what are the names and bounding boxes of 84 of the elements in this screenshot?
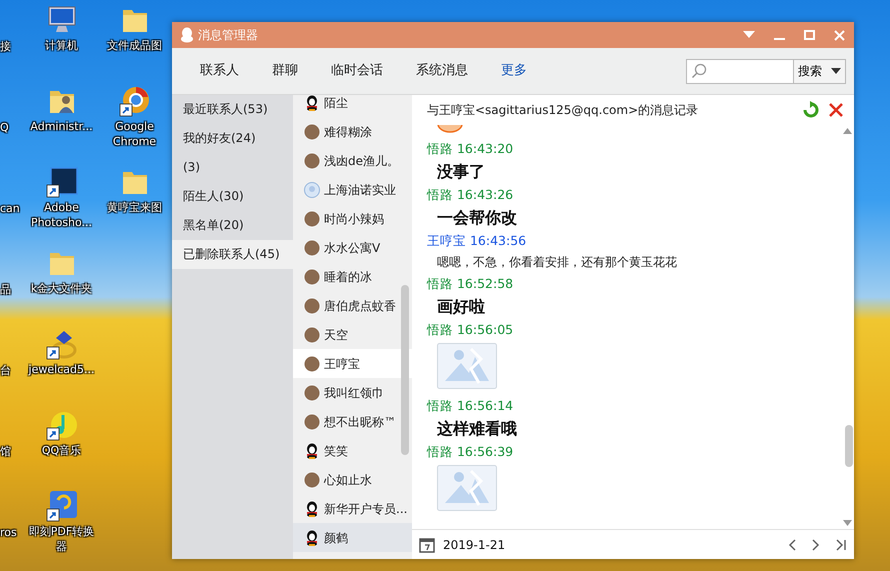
avatar-icon [304, 182, 320, 198]
previous-icon[interactable] [788, 538, 796, 550]
calendar-icon[interactable] [419, 536, 435, 552]
message-text: 这样难看哦 [436, 418, 518, 440]
next-icon[interactable] [812, 538, 820, 550]
message-text: 嗯嗯，不急，你看着安排，还有那个黄玉花花 [436, 254, 678, 271]
date-text: 2019-1-21 [443, 536, 506, 554]
message-header: 悟路 16:56:05 [427, 321, 514, 339]
contact-item[interactable]: 水水公寓V [293, 233, 412, 262]
penguin-icon [180, 27, 194, 43]
message-header: 悟路 16:56:14 [427, 397, 514, 415]
desktop-icon-label[interactable]: 计算机 [45, 38, 78, 53]
tab[interactable]: 系统消息 [416, 61, 468, 81]
tab[interactable]: 群聊 [272, 61, 298, 81]
contact-item[interactable]: 时尚小辣妈 [293, 204, 412, 233]
avatar-icon [304, 500, 320, 516]
contact-item[interactable]: 想不出昵称™ [293, 407, 412, 436]
caret-icon [831, 68, 841, 74]
contact-item[interactable]: 王哼宝 [293, 349, 412, 378]
avatar-icon [304, 414, 320, 430]
avatar-icon [304, 124, 320, 140]
avatar-icon [304, 530, 320, 546]
contact-group-item[interactable]: 最近联系人(53) [172, 95, 293, 124]
emoji-icon [437, 125, 463, 134]
image-placeholder-icon[interactable] [437, 343, 497, 389]
avatar-icon [304, 472, 320, 488]
message-text: 一会帮你改 [436, 207, 518, 229]
contact-item[interactable]: 睡着的冰 [293, 262, 412, 291]
app-shortcut-icon[interactable] [46, 490, 78, 522]
music-shortcut-icon[interactable] [46, 409, 78, 441]
message-header: 悟路 16:43:20 [427, 140, 514, 158]
contact-item[interactable]: 难得糊涂 [293, 117, 412, 146]
tab[interactable]: 联系人 [200, 61, 239, 81]
contact-group-item[interactable]: 已删除联系人(45) [172, 240, 293, 269]
image-placeholder-icon[interactable] [437, 465, 497, 511]
contact-item[interactable]: 浅凼de渔儿。 [293, 146, 412, 175]
avatar-icon [304, 298, 320, 314]
avatar-icon [304, 442, 320, 458]
avatar-icon [304, 268, 320, 284]
scrollbar[interactable] [401, 285, 409, 455]
avatar-icon [304, 356, 320, 372]
browser-shortcut-icon[interactable] [118, 85, 150, 117]
avatar-icon [304, 210, 320, 226]
contact-item[interactable]: 我叫红领巾 [293, 378, 412, 407]
contact-group-item[interactable]: 陌生人(30) [172, 182, 293, 211]
avatar-icon [304, 240, 320, 256]
contact-group-item[interactable]: 黑名单(20) [172, 211, 293, 240]
contact-item[interactable]: 陌尘 [293, 95, 412, 117]
avatar-icon [304, 95, 320, 110]
scroll-down-icon[interactable] [843, 520, 852, 526]
search-icon [691, 63, 707, 79]
app-shortcut-icon[interactable] [46, 166, 78, 198]
avatar-icon [304, 326, 320, 342]
avatar-icon [304, 152, 320, 168]
message-header: 悟路 16:43:26 [427, 186, 514, 204]
search-field[interactable] [686, 58, 794, 84]
message-header: 王哼宝 16:43:56 [427, 232, 528, 250]
contact-item[interactable]: 笑笑 [293, 436, 412, 465]
contact-item[interactable]: 心如止水 [293, 465, 412, 494]
contact-group-item[interactable]: (3) [172, 153, 293, 182]
scrollbar[interactable] [845, 425, 853, 467]
scroll-up-icon[interactable] [843, 128, 852, 134]
desktop-icon-label[interactable]: 文件成品图 [107, 38, 162, 53]
message-header: 悟路 16:56:39 [427, 443, 514, 461]
contact-item[interactable]: 天空 [293, 320, 412, 349]
contact-item[interactable]: 上海油诺实业 [293, 175, 412, 204]
desktop-icon-label[interactable]: 接 [0, 39, 11, 54]
message-header: 悟路 16:52:58 [427, 275, 514, 293]
refresh-icon[interactable] [802, 101, 820, 119]
tab[interactable]: 临时会话 [331, 61, 383, 81]
message-text: 画好啦 [436, 296, 486, 318]
conversation-title: 与王哼宝<sagittarius125@qq.com>的消息记录 [427, 102, 698, 119]
window-title: 消息管理器 [198, 27, 258, 44]
last-page-icon[interactable] [836, 538, 846, 550]
search-button[interactable]: 搜索 [794, 58, 846, 84]
contact-item[interactable]: 颜鹤 [293, 523, 412, 552]
avatar-icon [304, 384, 320, 400]
message-text: 没事了 [436, 161, 486, 183]
ring-shortcut-icon[interactable] [46, 328, 78, 360]
contact-item[interactable]: 唐伯虎点蚊香 [293, 291, 412, 320]
delete-icon[interactable] [828, 102, 844, 118]
contact-group-item[interactable]: 我的好友(24) [172, 124, 293, 153]
contact-item[interactable]: 新华开户专员... [293, 494, 412, 523]
more-link[interactable]: 更多 [501, 61, 527, 81]
